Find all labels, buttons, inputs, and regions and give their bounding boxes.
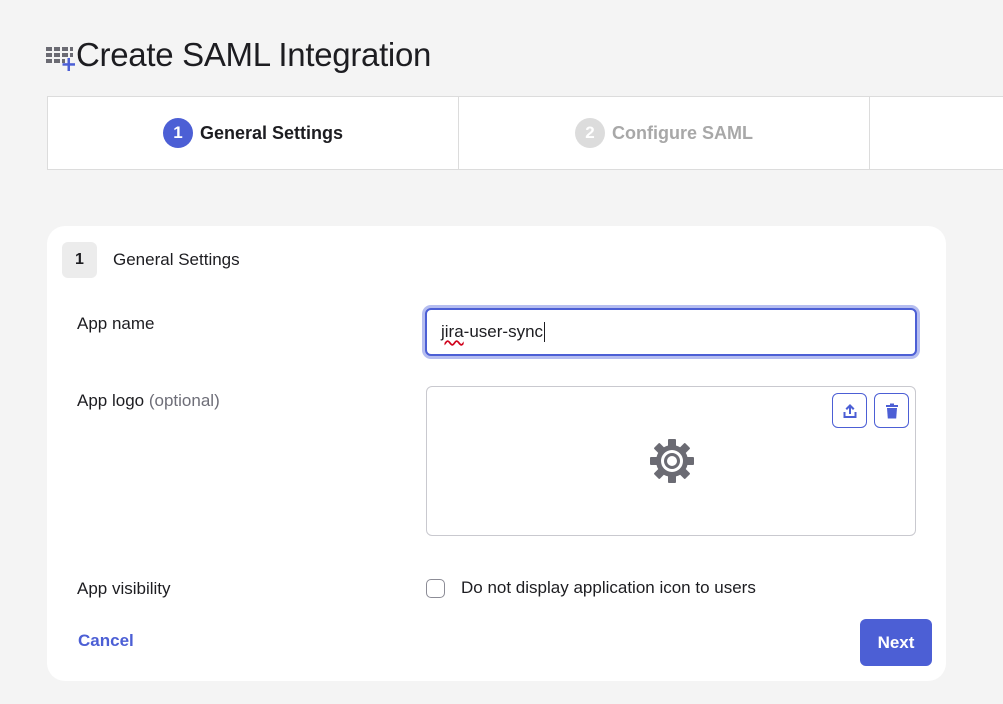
app-name-label: App name (77, 314, 155, 333)
page-title: Create SAML Integration (76, 36, 432, 73)
app-logo-dropzone[interactable] (426, 386, 916, 536)
app-visibility-label: App visibility (77, 579, 171, 598)
optional-hint: (optional) (148, 391, 220, 410)
section-number: 1 (62, 242, 97, 278)
hide-app-icon-checkbox[interactable] (426, 578, 445, 598)
text-caret (544, 322, 546, 342)
delete-logo-button[interactable] (874, 393, 909, 428)
upload-icon (843, 403, 856, 418)
hide-app-icon-option[interactable]: Do not display application icon to users (426, 578, 756, 598)
gear-icon (650, 439, 694, 483)
step-general-settings[interactable]: 1 General Settings (48, 97, 459, 169)
general-settings-card: 1 General Settings App name jira -user-sy… (47, 226, 946, 681)
step-label: General Settings (199, 122, 344, 143)
step-placeholder (870, 97, 1003, 169)
hide-app-icon-label[interactable]: Do not display application icon to users (461, 578, 756, 598)
section-title: General Settings (113, 250, 240, 269)
step-configure-saml[interactable]: 2 Configure SAML (459, 97, 870, 169)
page: Create SAML Integration 1 General Settin… (0, 0, 1003, 704)
app-logo-label: App logo (optional) (77, 391, 220, 411)
app-name-value-rest: -user-sync (463, 322, 544, 341)
stepper: 1 General Settings 2 Configure SAML (47, 96, 1003, 170)
cancel-link[interactable]: Cancel (78, 631, 134, 651)
next-button[interactable]: Next (860, 619, 932, 666)
app-logo-label-text: App logo (77, 391, 145, 410)
upload-logo-button[interactable] (832, 393, 867, 428)
add-app-grid-icon (46, 37, 76, 73)
step-number: 1 (162, 118, 193, 148)
step-label: Configure SAML (612, 122, 753, 143)
trash-icon (885, 403, 898, 418)
page-header: Create SAML Integration (46, 36, 431, 74)
app-name-input[interactable]: jira -user-sync (425, 308, 917, 356)
step-number: 2 (575, 118, 605, 148)
section-header: 1 General Settings (62, 242, 240, 278)
app-name-value-misspelled: jira (441, 322, 464, 341)
